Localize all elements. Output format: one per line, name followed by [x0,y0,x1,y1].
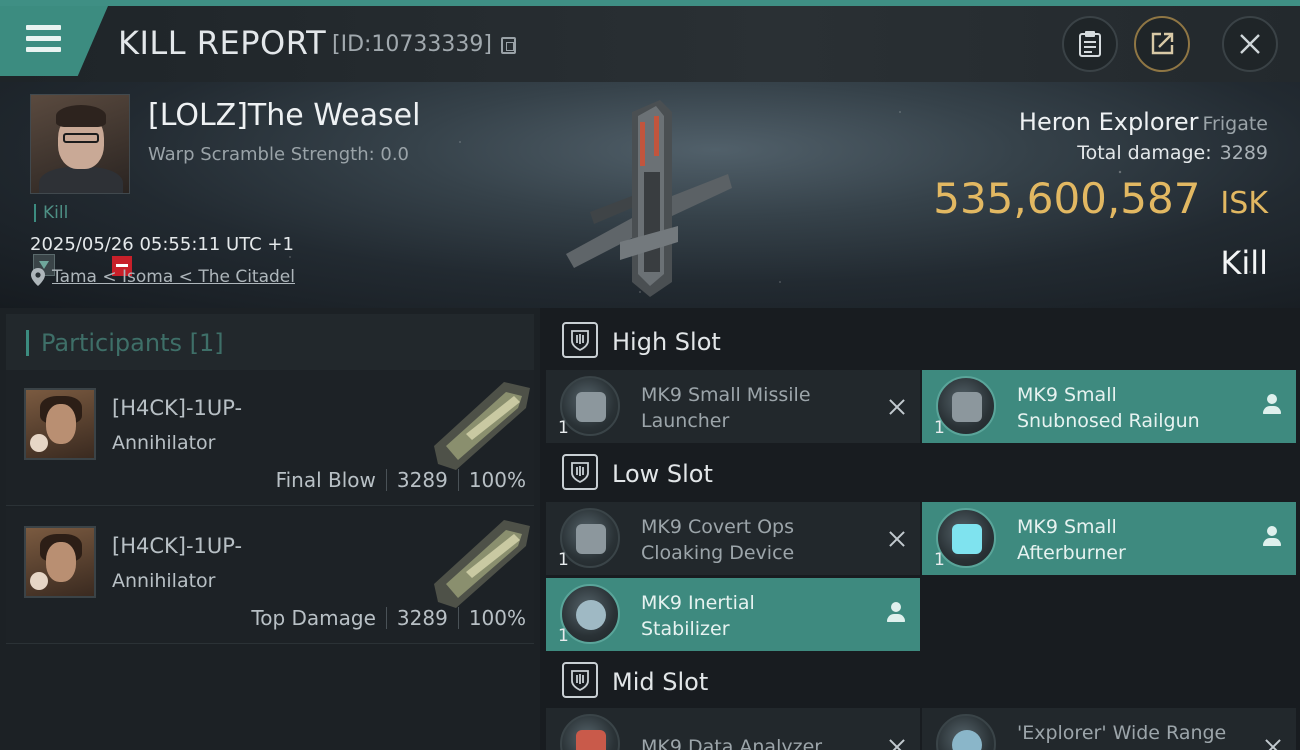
location-link[interactable]: Tama < Isoma < The Citadel [52,267,295,287]
kill-tag: Kill [34,204,68,222]
close-icon [1240,34,1260,54]
dropped-person-icon [1262,526,1282,548]
module-item[interactable]: 1 MK9 Small Afterburner [922,502,1296,575]
isk-value: 535,600,587 ISK [933,174,1268,223]
module-item[interactable]: 1 MK9 Inertial Stabilizer [546,578,920,651]
module-item[interactable]: 1 MK9 Small Missile Launcher [546,370,920,443]
participant-stats: Final Blow 3289 100% [276,468,526,492]
module-name: MK9 Small Afterburner [1017,516,1126,564]
victim-portrait[interactable] [30,94,130,194]
participants-header: Participants [1] [6,314,534,372]
victim-name[interactable]: [LOLZ]The Weasel [148,98,420,133]
participant-row[interactable]: [H4CK]-1UP- Annihilator Final Blow 3289 10… [6,370,534,506]
destroyed-x-icon [888,738,906,750]
afterburner-icon [936,508,996,568]
page-title: KILL REPORT [118,24,327,62]
participant-role: Top Damage [251,606,376,630]
isk-unit: ISK [1220,186,1268,221]
copy-icon[interactable] [501,37,516,54]
module-qty: 1 [934,418,945,438]
destroyed-x-icon [1264,738,1282,750]
module-qty: 1 [558,626,569,646]
module-item[interactable]: 1 MK9 Small Snubnosed Railgun [922,370,1296,443]
high-slot-label: High Slot [612,328,721,356]
location-pin-icon [31,268,45,286]
module-item[interactable]: MK9 Data Analyzer [546,708,920,750]
victim-panel: [LOLZ]The Weasel Warp Scramble Strength:… [0,82,1300,308]
mid-slot-header: Mid Slot [546,650,1298,710]
clipboard-button[interactable] [1062,16,1118,72]
dropped-person-icon [886,602,906,624]
module-name: 'Explorer' Wide Range [1017,722,1227,744]
ship-class: Frigate [1202,113,1268,135]
dropped-person-icon [1262,394,1282,416]
module-name: MK9 Small Snubnosed Railgun [1017,384,1200,432]
participant-name: [H4CK]-1UP- [112,396,243,420]
menu-button[interactable] [0,6,108,76]
participant-stats: Top Damage 3289 100% [251,606,526,630]
participant-damage: 3289 [396,468,448,492]
module-qty: 1 [558,550,569,570]
module-name: MK9 Covert Ops Cloaking Device [641,516,795,564]
total-damage-value: 3289 [1219,142,1268,164]
participant-damage: 3289 [396,606,448,630]
participant-ship: Annihilator [112,432,216,454]
destroyed-x-icon [888,398,906,416]
mid-slot-label: Mid Slot [612,668,709,696]
total-damage: Total damage: 3289 [1077,142,1268,164]
close-button[interactable] [1222,16,1278,72]
high-slot-header: High Slot [546,310,1298,370]
module-name: MK9 Data Analyzer [641,736,823,750]
destroyed-x-icon [888,530,906,548]
mid-slot-icon [562,662,598,698]
module-qty: 1 [934,550,945,570]
participant-name: [H4CK]-1UP- [112,534,243,558]
railgun-icon [936,376,996,436]
module-name: MK9 Small Missile Launcher [641,384,811,432]
low-slot-icon [562,454,598,490]
participant-row[interactable]: [H4CK]-1UP- Annihilator Top Damage 3289 10… [6,508,534,644]
participant-role: Final Blow [275,468,376,492]
module-item[interactable]: 'Explorer' Wide Range [922,708,1296,750]
low-slot-label: Low Slot [612,460,713,488]
clipboard-icon [1079,31,1101,57]
low-slot-header: Low Slot [546,442,1298,502]
participant-ship-icon [434,382,530,470]
participant-damage-percent: 100% [468,468,526,492]
warp-scramble-strength: Warp Scramble Strength: 0.0 [148,144,410,165]
participant-avatar [24,388,96,460]
missile-launcher-icon [560,376,620,436]
header-bar: KILL REPORT [ID:10733339] [0,0,1300,82]
fitting-panel: High Slot 1 MK9 Small Missile Launcher 1 … [540,308,1300,750]
participant-ship: Annihilator [112,570,216,592]
share-icon [1151,32,1174,55]
module-qty: 1 [558,418,569,438]
participant-damage-percent: 100% [468,606,526,630]
data-analyzer-icon [560,714,620,750]
participants-title: Participants [1] [26,330,224,356]
kill-datetime: 2025/05/26 05:55:11 UTC +1 [30,234,294,255]
participants-panel: Participants [1] [H4CK]-1UP- Annihilator… [0,308,540,750]
participant-avatar [24,526,96,598]
share-button[interactable] [1134,16,1190,72]
inertial-stabilizer-icon [560,584,620,644]
victim-ship-image [566,100,732,297]
ship-name[interactable]: Heron Explorer Frigate [1019,108,1268,136]
menu-icon [26,25,61,53]
module-name: MK9 Inertial Stabilizer [641,592,755,640]
cloaking-device-icon [560,508,620,568]
participant-ship-icon [434,520,530,608]
high-slot-icon [562,322,598,358]
report-id: [ID:10733339] [332,32,492,57]
scanner-icon [936,714,996,750]
module-item[interactable]: 1 MK9 Covert Ops Cloaking Device [546,502,920,575]
kill-result: Kill [1220,244,1268,282]
